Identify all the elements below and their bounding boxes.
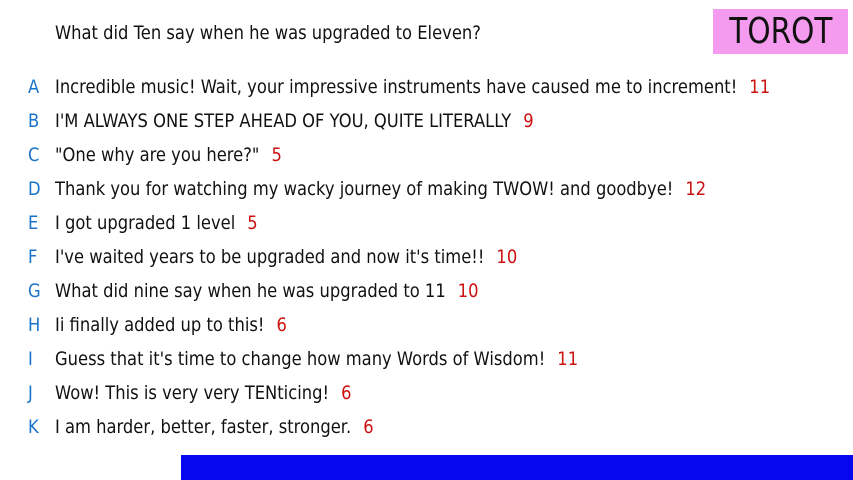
response-content: Incredible music! Wait, your impressive … — [55, 76, 770, 98]
response-letter: F — [28, 246, 38, 268]
response-content: Ii finally added up to this! 6 — [55, 314, 287, 336]
logo-text: TOROT — [728, 11, 833, 52]
response-content: I'M ALWAYS ONE STEP AHEAD OF YOU, QUITE … — [55, 110, 534, 132]
response-content: Thank you for watching my wacky journey … — [55, 178, 706, 200]
response-count: 6 — [341, 382, 352, 404]
response-text: "One why are you here?" — [55, 144, 260, 166]
response-letter: H — [28, 314, 41, 336]
response-text: Ii finally added up to this! — [55, 314, 265, 336]
blue-bar — [181, 455, 853, 480]
prompt-text: What did Ten say when he was upgraded to… — [55, 22, 481, 44]
response-count: 5 — [271, 144, 282, 166]
response-text: Thank you for watching my wacky journey … — [55, 178, 674, 200]
response-content: "One why are you here?" 5 — [55, 144, 282, 166]
response-content: Wow! This is very very TENticing! 6 — [55, 382, 351, 404]
response-letter: D — [28, 178, 41, 200]
response-text: I'M ALWAYS ONE STEP AHEAD OF YOU, QUITE … — [55, 110, 512, 132]
response-text: What did nine say when he was upgraded t… — [55, 280, 446, 302]
response-count: 10 — [496, 246, 518, 268]
response-count: 12 — [685, 178, 707, 200]
response-count: 10 — [457, 280, 479, 302]
response-count: 11 — [749, 76, 771, 98]
response-text: I am harder, better, faster, stronger. — [55, 416, 352, 438]
response-letter: J — [28, 382, 33, 404]
response-letter: B — [28, 110, 40, 132]
response-text: Wow! This is very very TENticing! — [55, 382, 330, 404]
response-letter: G — [28, 280, 41, 302]
response-content: What did nine say when he was upgraded t… — [55, 280, 479, 302]
response-content: Guess that it's time to change how many … — [55, 348, 578, 370]
response-count: 9 — [523, 110, 534, 132]
response-content: I got upgraded 1 level 5 — [55, 212, 258, 234]
response-count: 5 — [247, 212, 258, 234]
response-letter: K — [28, 416, 39, 438]
response-letter: C — [28, 144, 40, 166]
response-text: Guess that it's time to change how many … — [55, 348, 546, 370]
response-text: I've waited years to be upgraded and now… — [55, 246, 485, 268]
response-count: 6 — [363, 416, 374, 438]
logo: TOROT — [713, 9, 848, 54]
response-letter: A — [28, 76, 40, 98]
response-letter: I — [28, 348, 33, 370]
response-count: 11 — [557, 348, 579, 370]
response-content: I've waited years to be upgraded and now… — [55, 246, 517, 268]
response-text: I got upgraded 1 level — [55, 212, 236, 234]
response-content: I am harder, better, faster, stronger. 6 — [55, 416, 374, 438]
response-count: 6 — [276, 314, 287, 336]
response-text: Incredible music! Wait, your impressive … — [55, 76, 738, 98]
response-letter: E — [28, 212, 39, 234]
